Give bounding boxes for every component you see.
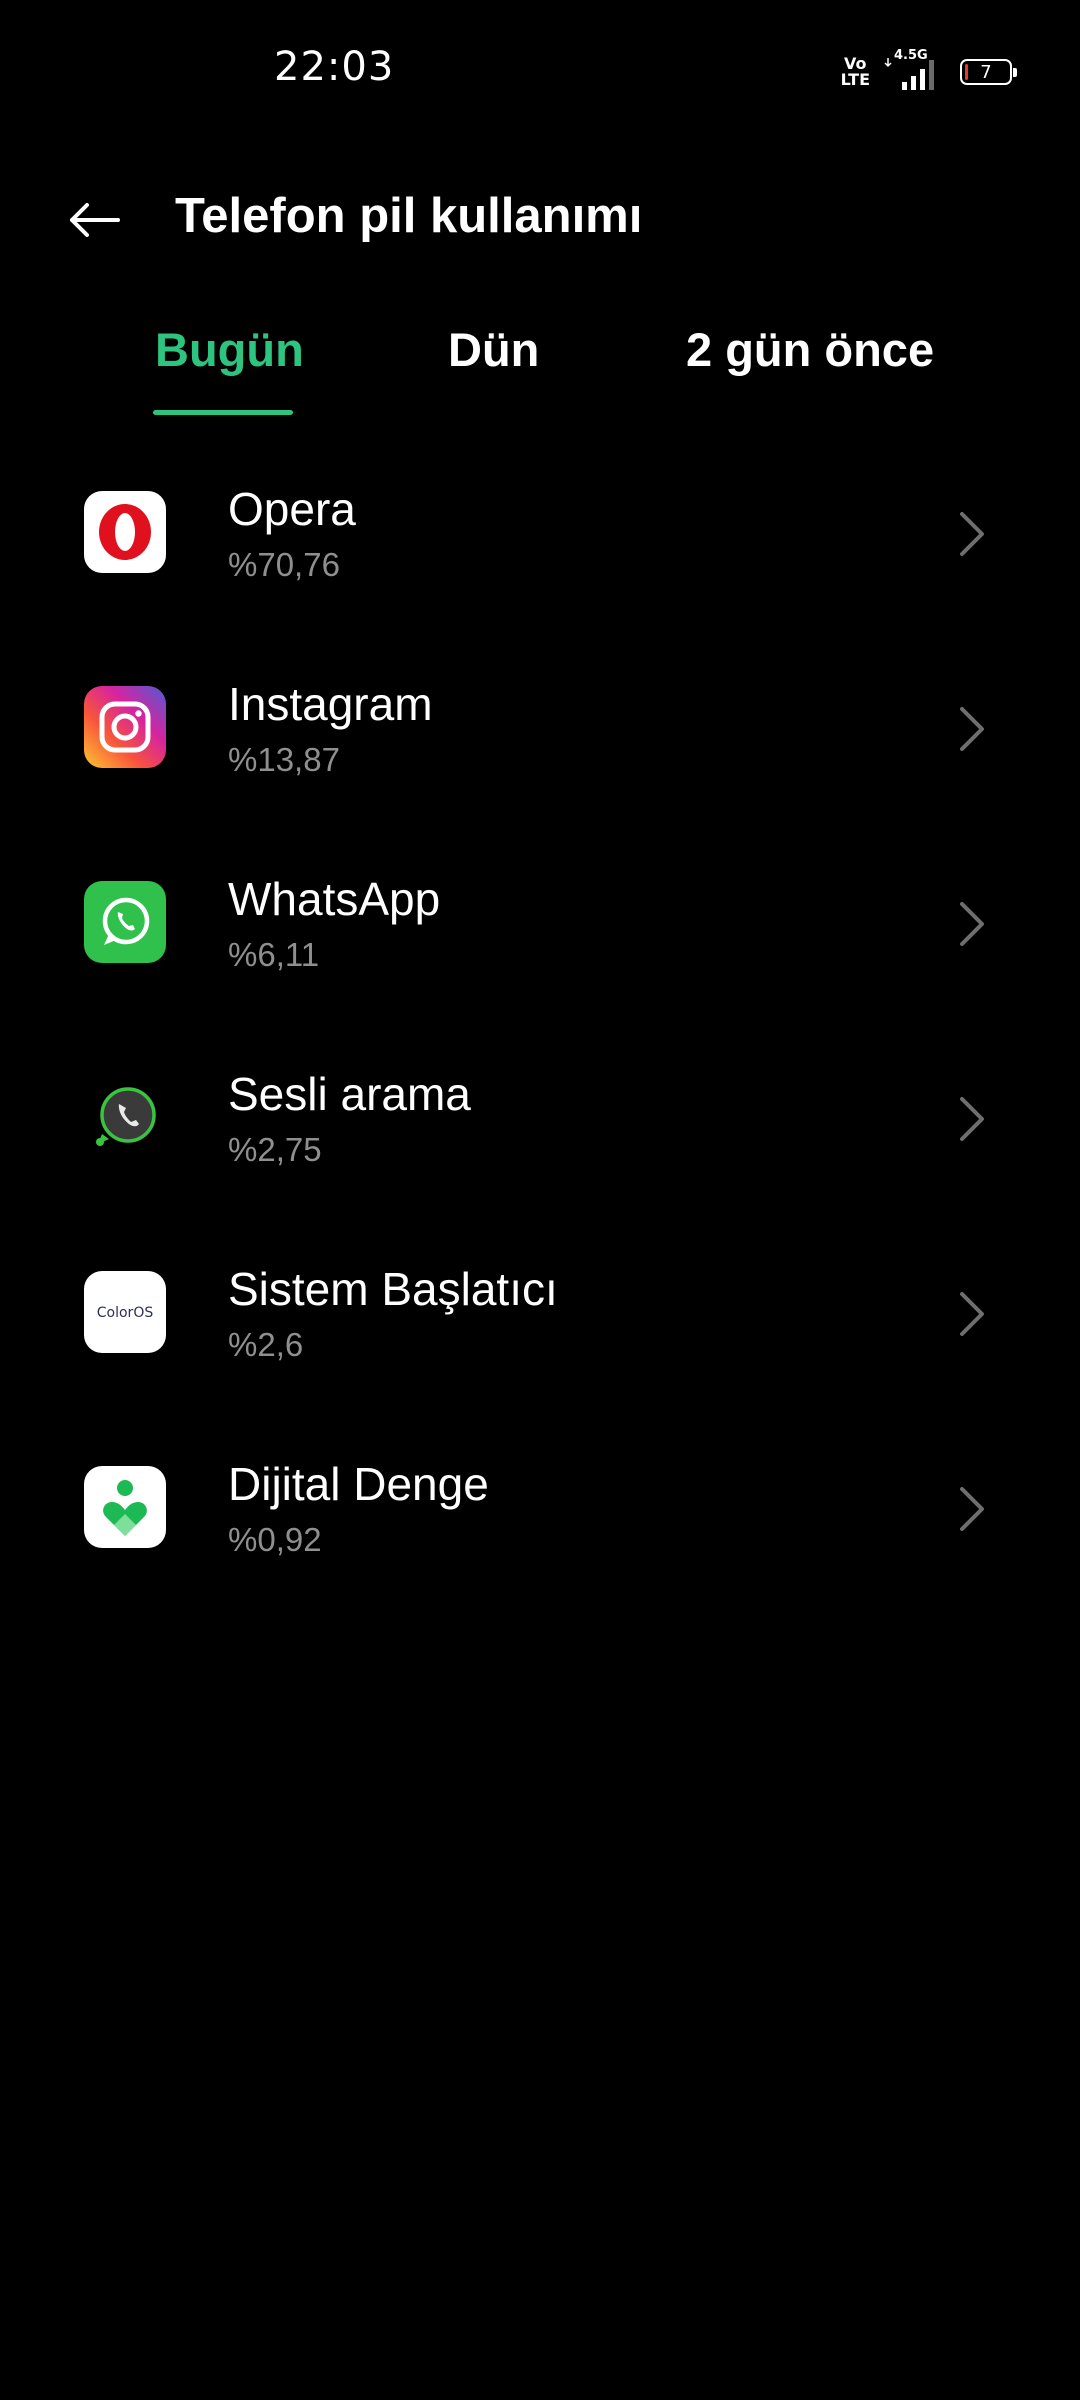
status-bar: 22:03 Vo LTE 4.5G 7: [0, 0, 1080, 140]
chevron-right-icon: [960, 707, 984, 751]
list-item-instagram[interactable]: Instagram %13,87: [0, 631, 1080, 826]
tab-two-days-ago[interactable]: 2 gün önce: [686, 322, 934, 377]
digital-wellbeing-icon: [84, 1466, 166, 1548]
chevron-right-icon: [960, 1292, 984, 1336]
page-title: Telefon pil kullanımı: [175, 189, 643, 243]
voice-call-icon: [84, 1076, 166, 1158]
chevron-right-icon: [960, 902, 984, 946]
app-usage-percent: %70,76: [228, 546, 340, 583]
coloros-logo-text: ColorOS: [97, 1305, 154, 1321]
app-usage-percent: %6,11: [228, 936, 320, 973]
status-icons: Vo LTE 4.5G 7: [841, 48, 1017, 92]
network-type: 4.5G: [894, 48, 928, 63]
app-usage-percent: %13,87: [228, 741, 340, 778]
app-usage-percent: %2,6: [228, 1326, 304, 1363]
whatsapp-icon: [84, 881, 166, 963]
battery-level: 7: [980, 61, 992, 83]
volte-label: Vo LTE: [840, 54, 870, 89]
app-usage-percent: %2,75: [228, 1131, 322, 1168]
arrow-left-icon: [70, 203, 120, 237]
opera-icon: [84, 491, 166, 573]
app-usage-list: Opera %70,76 Instagram %13,87 WhatsApp %…: [0, 436, 1080, 1606]
instagram-icon: [84, 686, 166, 768]
volte-indicator: Vo LTE: [841, 56, 870, 88]
chevron-right-icon: [960, 1487, 984, 1531]
app-usage-percent: %0,92: [228, 1521, 322, 1558]
list-item-opera[interactable]: Opera %70,76: [0, 436, 1080, 631]
back-button[interactable]: [56, 182, 132, 258]
tab-today[interactable]: Bugün: [155, 322, 304, 377]
battery-fill: [965, 64, 968, 80]
battery-icon: 7: [960, 59, 1017, 85]
status-time: 22:03: [274, 44, 395, 90]
app-name: WhatsApp: [228, 873, 441, 925]
list-item-voice-call[interactable]: Sesli arama %2,75: [0, 1021, 1080, 1216]
app-name: Sistem Başlatıcı: [228, 1263, 558, 1315]
signal-icon: 4.5G: [884, 48, 946, 92]
chevron-right-icon: [960, 1097, 984, 1141]
day-tabs: Bugün Dün 2 gün önce: [0, 310, 1080, 420]
active-tab-indicator: [153, 410, 293, 415]
tab-yesterday[interactable]: Dün: [448, 322, 539, 377]
app-name: Opera: [228, 483, 356, 535]
app-name: Instagram: [228, 678, 433, 730]
list-item-whatsapp[interactable]: WhatsApp %6,11: [0, 826, 1080, 1021]
coloros-launcher-icon: ColorOS: [84, 1271, 166, 1353]
app-name: Sesli arama: [228, 1068, 471, 1120]
header: Telefon pil kullanımı: [0, 160, 1080, 270]
app-name: Dijital Denge: [228, 1458, 489, 1510]
chevron-right-icon: [960, 512, 984, 556]
list-item-system-launcher[interactable]: ColorOS Sistem Başlatıcı %2,6: [0, 1216, 1080, 1411]
list-item-digital-wellbeing[interactable]: Dijital Denge %0,92: [0, 1411, 1080, 1606]
